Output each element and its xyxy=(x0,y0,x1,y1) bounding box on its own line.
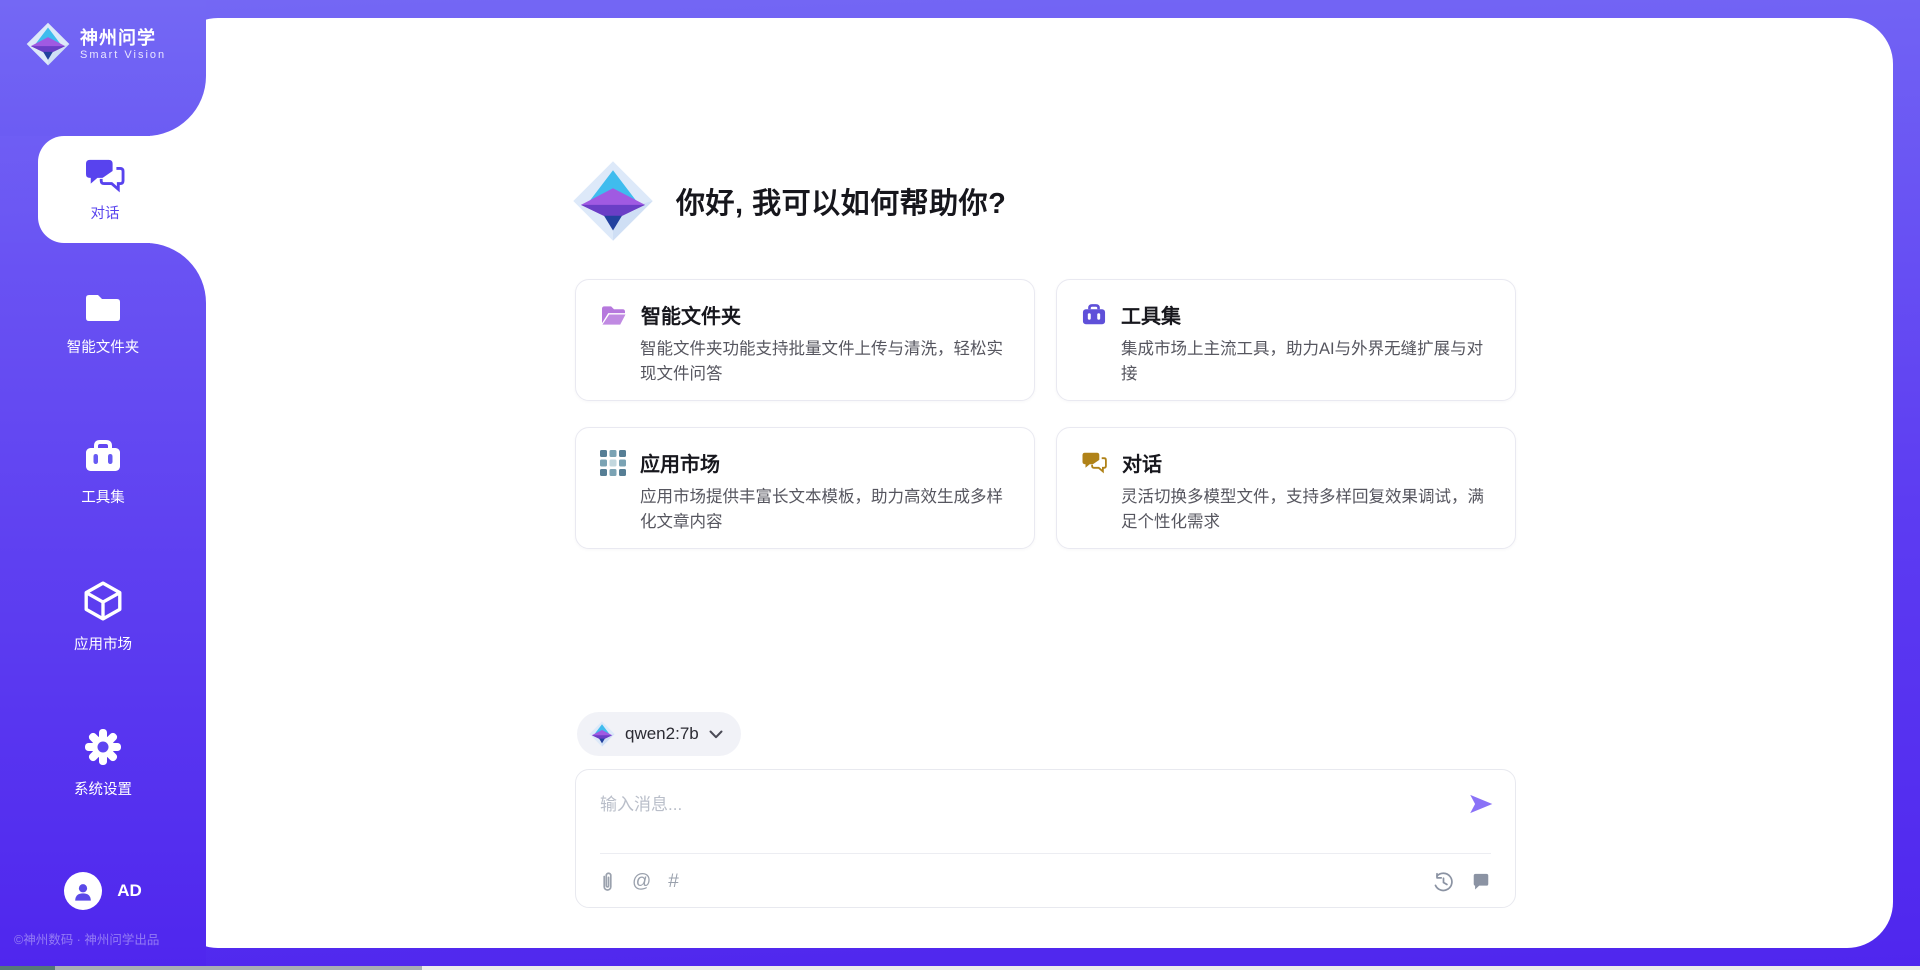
chat-bubble-icon xyxy=(1471,872,1491,892)
chevron-down-icon xyxy=(709,730,723,739)
greeting-row: 你好, 我可以如何帮助你? xyxy=(572,160,1006,242)
model-diamond-icon xyxy=(589,721,615,747)
sidebar-item-app-market[interactable]: 应用市场 xyxy=(0,580,206,654)
user-initials: AD xyxy=(117,881,142,901)
greeting-title: 你好, 我可以如何帮助你? xyxy=(676,180,1006,222)
app-window: 神州问学 Smart Vision 对话 智能文件夹 工具集 xyxy=(0,0,1920,970)
card-description: 智能文件夹功能支持批量文件上传与清洗，轻松实现文件问答 xyxy=(640,337,1014,387)
history-icon xyxy=(1433,872,1454,893)
sidebar-item-label: 应用市场 xyxy=(74,633,132,654)
chat-icon xyxy=(84,157,126,195)
brand-logo-lockup: 神州问学 Smart Vision xyxy=(26,22,166,66)
sidebar-item-toolbox[interactable]: 工具集 xyxy=(0,437,206,507)
card-title: 应用市场 xyxy=(640,448,720,477)
composer-toolbar: @ # xyxy=(600,866,1491,898)
feature-cards: 智能文件夹 智能文件夹功能支持批量文件上传与清洗，轻松实现文件问答 工具集 集成… xyxy=(575,279,1516,549)
history-button[interactable] xyxy=(1433,872,1454,893)
assistant-diamond-icon xyxy=(572,160,654,242)
sidebar-item-label: 对话 xyxy=(91,202,120,223)
topic-button[interactable]: # xyxy=(668,872,679,892)
cube-icon xyxy=(82,580,124,622)
brand-diamond-icon xyxy=(26,22,70,66)
scrollbar-thumb[interactable] xyxy=(55,966,422,970)
card-title: 对话 xyxy=(1122,448,1162,477)
avatar xyxy=(64,872,102,910)
message-input[interactable] xyxy=(600,790,1450,844)
grid-icon xyxy=(600,450,626,476)
folder-icon xyxy=(83,291,123,325)
sidebar-item-label: 系统设置 xyxy=(74,778,132,799)
folder-open-icon xyxy=(600,303,627,326)
send-icon xyxy=(1467,790,1495,818)
brand-name: 神州问学 xyxy=(80,27,166,49)
gear-icon xyxy=(83,727,123,767)
card-description: 集成市场上主流工具，助力AI与外界无缝扩展与对接 xyxy=(1121,337,1495,387)
card-title: 智能文件夹 xyxy=(641,300,741,329)
sidebar-item-chat[interactable]: 对话 xyxy=(38,136,178,243)
new-chat-button[interactable] xyxy=(1471,872,1491,892)
send-button[interactable] xyxy=(1467,790,1495,818)
scrollbar-segment xyxy=(0,966,55,970)
card-description: 应用市场提供丰富长文本模板，助力高效生成多样化文章内容 xyxy=(640,485,1014,535)
card-smart-folder[interactable]: 智能文件夹 智能文件夹功能支持批量文件上传与清洗，轻松实现文件问答 xyxy=(575,279,1035,401)
card-description: 灵活切换多模型文件，支持多样回复效果调试，满足个性化需求 xyxy=(1121,485,1495,535)
toolbox-icon xyxy=(1081,302,1107,327)
model-selector[interactable]: qwen2:7b xyxy=(577,712,741,756)
user-account[interactable]: AD xyxy=(0,872,206,910)
sidebar-item-settings[interactable]: 系统设置 xyxy=(0,727,206,799)
attach-file-button[interactable] xyxy=(600,871,615,894)
model-name: qwen2:7b xyxy=(625,724,699,744)
message-composer: @ # xyxy=(575,769,1516,908)
copyright-text: ©神州数码 · 神州问学出品 xyxy=(14,929,159,948)
sidebar-header-block xyxy=(0,0,206,136)
sidebar-item-label: 工具集 xyxy=(81,486,125,507)
card-toolbox[interactable]: 工具集 集成市场上主流工具，助力AI与外界无缝扩展与对接 xyxy=(1056,279,1516,401)
brand-subtitle: Smart Vision xyxy=(80,49,166,62)
paperclip-icon xyxy=(600,871,615,894)
sidebar-item-label: 智能文件夹 xyxy=(67,336,140,357)
person-icon xyxy=(72,881,94,902)
horizontal-scrollbar xyxy=(0,966,1920,970)
card-title: 工具集 xyxy=(1121,300,1181,329)
card-chat[interactable]: 对话 灵活切换多模型文件，支持多样回复效果调试，满足个性化需求 xyxy=(1056,427,1516,549)
card-app-market[interactable]: 应用市场 应用市场提供丰富长文本模板，助力高效生成多样化文章内容 xyxy=(575,427,1035,549)
mention-button[interactable]: @ xyxy=(632,872,651,892)
toolbox-icon xyxy=(83,437,123,475)
chat-icon xyxy=(1081,451,1108,475)
sidebar-item-smart-folder[interactable]: 智能文件夹 xyxy=(0,291,206,357)
composer-divider xyxy=(600,853,1491,854)
